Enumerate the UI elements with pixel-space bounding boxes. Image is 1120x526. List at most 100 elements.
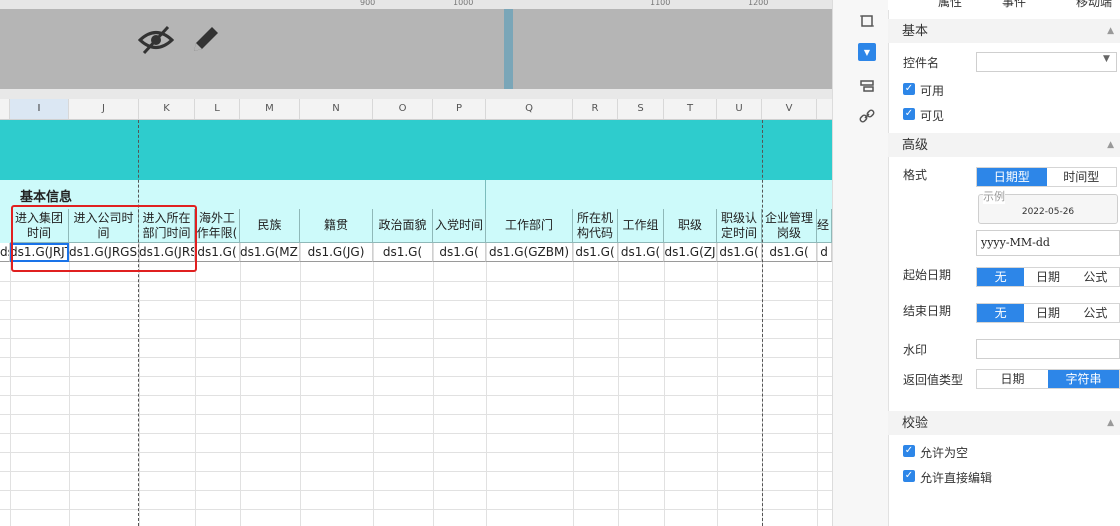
data-cell[interactable]: ds1.G(ZJ <box>664 243 717 262</box>
header-cell[interactable]: 籍贯 <box>300 209 373 243</box>
preview-scroll-strip <box>504 9 513 89</box>
header-cell[interactable]: 政治面貌 <box>373 209 433 243</box>
tab-mobile[interactable]: 移动端 <box>1076 0 1112 10</box>
end-date-toggle[interactable]: 无 日期 公式 <box>976 303 1120 323</box>
end-date-option[interactable]: 日期 <box>1024 304 1072 322</box>
spreadsheet-grid[interactable]: 基本信息 进入集团时间 进入公司时间 进入所在部门时间 海外工作年限( 民族 籍… <box>0 120 832 526</box>
allow-edit-checkbox[interactable]: ✓ <box>903 470 915 482</box>
column-header-O[interactable]: O <box>373 99 433 119</box>
visible-checkbox[interactable]: ✓ <box>903 108 915 120</box>
collapse-icon[interactable]: ▲ <box>1107 411 1114 435</box>
ruler-tick: 1000 <box>453 0 474 7</box>
end-none-option[interactable]: 无 <box>977 304 1025 322</box>
control-name-label: 控件名 <box>903 56 940 70</box>
format-time-option[interactable]: 时间型 <box>1046 168 1116 186</box>
data-cell[interactable]: ds1.G( <box>618 243 664 262</box>
data-cell[interactable]: d <box>817 243 832 262</box>
format-label: 格式 <box>903 168 928 182</box>
section-basic-title: 基本 <box>902 24 929 39</box>
data-cell[interactable]: ds1.G( <box>195 243 240 262</box>
data-cell[interactable]: ds1.G( <box>373 243 433 262</box>
return-string-option[interactable]: 字符串 <box>1048 370 1119 388</box>
header-cell[interactable]: 工作部门 <box>486 209 573 243</box>
page-break-line <box>138 120 139 526</box>
section-validate-title: 校验 <box>902 416 929 431</box>
tab-properties[interactable]: 属性 <box>938 0 962 10</box>
format-toggle[interactable]: 日期型 时间型 <box>976 167 1117 187</box>
collapse-icon[interactable]: ▲ <box>1107 133 1114 157</box>
header-cell[interactable]: 企业管理岗级 <box>762 209 817 243</box>
section-title: 基本信息 <box>20 190 73 205</box>
header-cell[interactable]: 民族 <box>240 209 300 243</box>
ruler-tick: 1200 <box>748 0 769 7</box>
end-formula-option[interactable]: 公式 <box>1071 304 1119 322</box>
date-pattern-input[interactable]: yyyy-MM-dd <box>976 230 1120 256</box>
section-advanced[interactable]: 高级 ▲ <box>888 133 1120 157</box>
start-none-option[interactable]: 无 <box>977 268 1025 286</box>
ruler-tick: 900 <box>360 0 376 7</box>
watermark-label: 水印 <box>903 343 928 357</box>
section-basic[interactable]: 基本 ▲ <box>888 19 1120 43</box>
header-cell[interactable]: 海外工作年限( <box>195 209 240 243</box>
link-icon[interactable] <box>858 107 876 125</box>
example-value: 2022-05-26 <box>1021 207 1075 217</box>
chevron-down-icon[interactable]: ▼ <box>1103 54 1110 64</box>
column-header-P[interactable]: P <box>433 99 486 119</box>
allow-empty-label: 允许为空 <box>920 446 969 460</box>
row-header-corner <box>0 99 10 119</box>
end-date-label: 结束日期 <box>903 304 952 318</box>
column-header-M[interactable]: M <box>240 99 300 119</box>
section-validate[interactable]: 校验 ▲ <box>888 411 1120 435</box>
start-date-option[interactable]: 日期 <box>1024 268 1072 286</box>
example-legend: 示例 <box>983 188 1005 204</box>
hide-eye-icon[interactable] <box>138 25 174 55</box>
column-header-T[interactable]: T <box>664 99 717 119</box>
column-header-I[interactable]: I <box>10 99 69 119</box>
edit-pencil-icon[interactable] <box>190 23 222 55</box>
example-box: 示例 2022-05-26 <box>978 188 1118 224</box>
widget-dropdown-icon[interactable]: ▼ <box>858 43 876 61</box>
column-header-J[interactable]: J <box>69 99 139 119</box>
column-header: I J K L M N O P Q R S T U V <box>0 99 832 120</box>
header-cell[interactable]: 经 <box>817 209 832 243</box>
column-header-L[interactable]: L <box>195 99 240 119</box>
start-formula-option[interactable]: 公式 <box>1071 268 1119 286</box>
enabled-checkbox[interactable]: ✓ <box>903 83 915 95</box>
header-cell[interactable]: 职级认定时间 <box>717 209 762 243</box>
preview-area <box>0 9 832 89</box>
data-cell[interactable]: ds1.G( <box>762 243 817 262</box>
header-cell[interactable]: 工作组 <box>618 209 664 243</box>
column-header-V[interactable]: V <box>762 99 817 119</box>
watermark-input[interactable] <box>976 339 1120 359</box>
data-cell[interactable]: ds1.G(MZ) <box>240 243 300 262</box>
data-cell[interactable]: ds1.G( <box>717 243 762 262</box>
column-header-K[interactable]: K <box>139 99 195 119</box>
return-type-toggle[interactable]: 日期 字符串 <box>976 369 1120 389</box>
column-header-N[interactable]: N <box>300 99 373 119</box>
control-name-select[interactable] <box>976 52 1117 72</box>
column-header-U[interactable]: U <box>717 99 762 119</box>
crop-icon[interactable] <box>858 12 876 30</box>
column-header-S[interactable]: S <box>618 99 664 119</box>
data-cell[interactable]: ds <box>0 243 10 262</box>
collapse-icon[interactable]: ▲ <box>1107 19 1114 43</box>
column-header-R[interactable]: R <box>573 99 618 119</box>
data-cell[interactable]: ds1.G( <box>573 243 618 262</box>
format-date-option[interactable]: 日期型 <box>977 168 1047 186</box>
data-cell[interactable]: ds1.G( <box>433 243 486 262</box>
header-cell[interactable]: 所在机构代码 <box>573 209 618 243</box>
teal-title-band <box>0 120 832 180</box>
tab-events[interactable]: 事件 <box>1002 0 1026 10</box>
return-date-option[interactable]: 日期 <box>977 370 1048 388</box>
separator <box>0 89 832 99</box>
visible-label: 可见 <box>920 109 945 123</box>
data-cell[interactable]: ds1.G(JG) <box>300 243 373 262</box>
column-header-Q[interactable]: Q <box>486 99 573 119</box>
allow-empty-checkbox[interactable]: ✓ <box>903 445 915 457</box>
data-cell[interactable]: ds1.G(GZBM) <box>486 243 573 262</box>
layout-icon[interactable] <box>858 77 876 95</box>
header-cell[interactable]: 入党时间 <box>433 209 486 243</box>
start-date-toggle[interactable]: 无 日期 公式 <box>976 267 1120 287</box>
section-advanced-title: 高级 <box>902 138 929 153</box>
header-cell[interactable]: 职级 <box>664 209 717 243</box>
